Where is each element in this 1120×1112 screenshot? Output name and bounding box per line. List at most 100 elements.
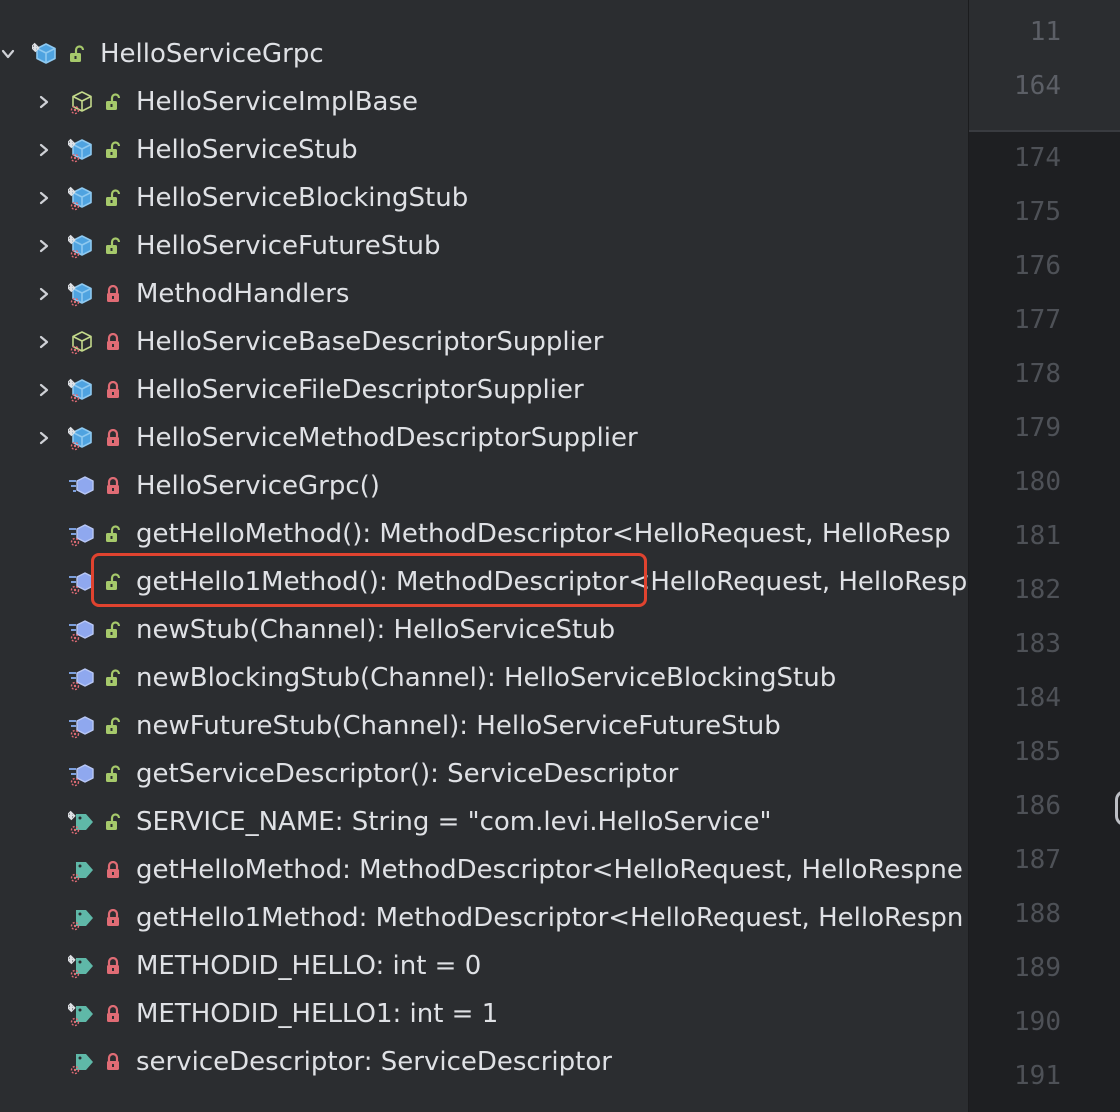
public-lock-icon [105, 669, 121, 687]
tree-item-label: METHODID_HELLO1: int = 1 [136, 999, 499, 1029]
static-method-icon [68, 616, 96, 644]
tree-row[interactable]: METHODID_HELLO1: int = 1 [0, 990, 968, 1038]
tree-row[interactable]: getHello1Method: MethodDescriptor<HelloR… [0, 894, 968, 942]
public-lock-icon [105, 141, 121, 159]
private-lock-icon [105, 381, 121, 399]
tree-item-label: HelloServiceStub [136, 135, 358, 165]
tree-item-label: newFutureStub(Channel): HelloServiceFutu… [136, 711, 781, 741]
tree-row[interactable]: METHODID_HELLO: int = 0 [0, 942, 968, 990]
tree-row[interactable]: getHelloMethod: MethodDescriptor<HelloRe… [0, 846, 968, 894]
line-number[interactable]: 185 [971, 734, 1061, 770]
static-class-icon [68, 136, 96, 164]
line-number[interactable]: 178 [971, 356, 1061, 392]
tree-item-label: HelloServiceBlockingStub [136, 183, 469, 213]
chevron-right-icon[interactable] [37, 239, 51, 253]
line-number[interactable]: 180 [971, 464, 1061, 500]
tree-row[interactable]: newStub(Channel): HelloServiceStub [0, 606, 968, 654]
tree-row[interactable]: HelloServiceStub [0, 126, 968, 174]
line-number[interactable]: 175 [971, 194, 1061, 230]
constructor-icon [68, 472, 96, 500]
line-number[interactable]: 184 [971, 680, 1061, 716]
tree-row[interactable]: HelloServiceImplBase [0, 78, 968, 126]
sticky-line-number[interactable]: 164 [971, 68, 1061, 104]
tree-row[interactable]: serviceDescriptor: ServiceDescriptor [0, 1038, 968, 1086]
private-lock-icon [105, 429, 121, 447]
static-final-field-icon [68, 952, 96, 980]
public-lock-icon [105, 813, 121, 831]
class-icon [32, 40, 60, 68]
tree-item-label: METHODID_HELLO: int = 0 [136, 951, 482, 981]
static-field-icon [68, 856, 96, 884]
tree-item-label: getServiceDescriptor(): ServiceDescripto… [136, 759, 679, 789]
line-number[interactable]: 179 [971, 410, 1061, 446]
chevron-right-icon[interactable] [37, 287, 51, 301]
tree-item-label: HelloServiceMethodDescriptorSupplier [136, 423, 638, 453]
tree-row[interactable]: newBlockingStub(Channel): HelloServiceBl… [0, 654, 968, 702]
tree-row[interactable]: MethodHandlers [0, 270, 968, 318]
tree-item-label: HelloServiceGrpc() [136, 471, 380, 501]
tree-row[interactable]: HelloServiceBaseDescriptorSupplier [0, 318, 968, 366]
line-number[interactable]: 176 [971, 248, 1061, 284]
tree-row[interactable]: HelloServiceMethodDescriptorSupplier [0, 414, 968, 462]
line-number[interactable]: 186 [971, 788, 1061, 824]
line-number[interactable]: 181 [971, 518, 1061, 554]
line-number[interactable]: 187 [971, 842, 1061, 878]
line-number[interactable]: 183 [971, 626, 1061, 662]
chevron-down-icon[interactable] [1, 47, 15, 61]
line-number[interactable]: 182 [971, 572, 1061, 608]
public-lock-icon [105, 717, 121, 735]
tree-row[interactable]: getServiceDescriptor(): ServiceDescripto… [0, 750, 968, 798]
public-lock-icon [105, 237, 121, 255]
line-number[interactable]: 174 [971, 140, 1061, 176]
private-lock-icon [105, 1053, 121, 1071]
tree-item-label: getHelloMethod: MethodDescriptor<HelloRe… [136, 855, 963, 885]
public-lock-icon [105, 93, 121, 111]
tree-row[interactable]: getHello1Method(): MethodDescriptor<Hell… [0, 558, 968, 606]
line-number[interactable]: 188 [971, 896, 1061, 932]
static-class-icon [68, 184, 96, 212]
tree-row[interactable]: getHelloMethod(): MethodDescriptor<Hello… [0, 510, 968, 558]
line-number[interactable]: 190 [971, 1004, 1061, 1040]
static-class-icon [68, 232, 96, 260]
chevron-right-icon[interactable] [37, 335, 51, 349]
static-class-icon [68, 376, 96, 404]
sticky-line-number[interactable]: 11 [971, 14, 1061, 50]
chevron-right-icon[interactable] [37, 383, 51, 397]
static-method-icon [68, 664, 96, 692]
tree-row[interactable]: SERVICE_NAME: String = "com.levi.HelloSe… [0, 798, 968, 846]
tree-row[interactable]: newFutureStub(Channel): HelloServiceFutu… [0, 702, 968, 750]
private-lock-icon [105, 285, 121, 303]
line-number[interactable]: 189 [971, 950, 1061, 986]
tree-row[interactable]: HelloServiceFileDescriptorSupplier [0, 366, 968, 414]
chevron-right-icon[interactable] [37, 143, 51, 157]
static-method-icon [68, 712, 96, 740]
private-lock-icon [105, 1005, 121, 1023]
static-class-icon [68, 280, 96, 308]
tree-root-row[interactable]: HelloServiceGrpc [0, 30, 968, 78]
static-method-icon [68, 760, 96, 788]
chevron-right-icon[interactable] [37, 431, 51, 445]
tree-item-label: getHello1Method: MethodDescriptor<HelloR… [136, 903, 964, 933]
line-number[interactable]: 177 [971, 302, 1061, 338]
tree-item-label: HelloServiceFileDescriptorSupplier [136, 375, 584, 405]
tree-row[interactable]: HelloServiceFutureStub [0, 222, 968, 270]
line-number[interactable]: 191 [971, 1058, 1061, 1094]
tree-row[interactable]: HelloServiceGrpc() [0, 462, 968, 510]
public-lock-icon [105, 573, 121, 591]
private-lock-icon [105, 477, 121, 495]
abstract-class-icon [68, 88, 96, 116]
tree-item-label: serviceDescriptor: ServiceDescriptor [136, 1047, 612, 1077]
chevron-right-icon[interactable] [37, 191, 51, 205]
static-final-field-icon [68, 808, 96, 836]
chevron-right-icon[interactable] [37, 95, 51, 109]
tree-item-label: SERVICE_NAME: String = "com.levi.HelloSe… [136, 807, 772, 837]
editor-gutter: 11 164 174 175 176 177 178 179 180 181 182 183 184 1… [968, 0, 1120, 1112]
static-field-icon [68, 904, 96, 932]
tree-item-label: HelloServiceImplBase [136, 87, 419, 117]
static-final-field-icon [68, 1000, 96, 1028]
private-lock-icon [105, 957, 121, 975]
tree-row[interactable]: HelloServiceBlockingStub [0, 174, 968, 222]
tree-item-label: HelloServiceFutureStub [136, 231, 441, 261]
tree-item-label: getHello1Method(): MethodDescriptor<Hell… [136, 567, 968, 597]
sticky-lines-area: 11 164 [969, 17, 1120, 132]
